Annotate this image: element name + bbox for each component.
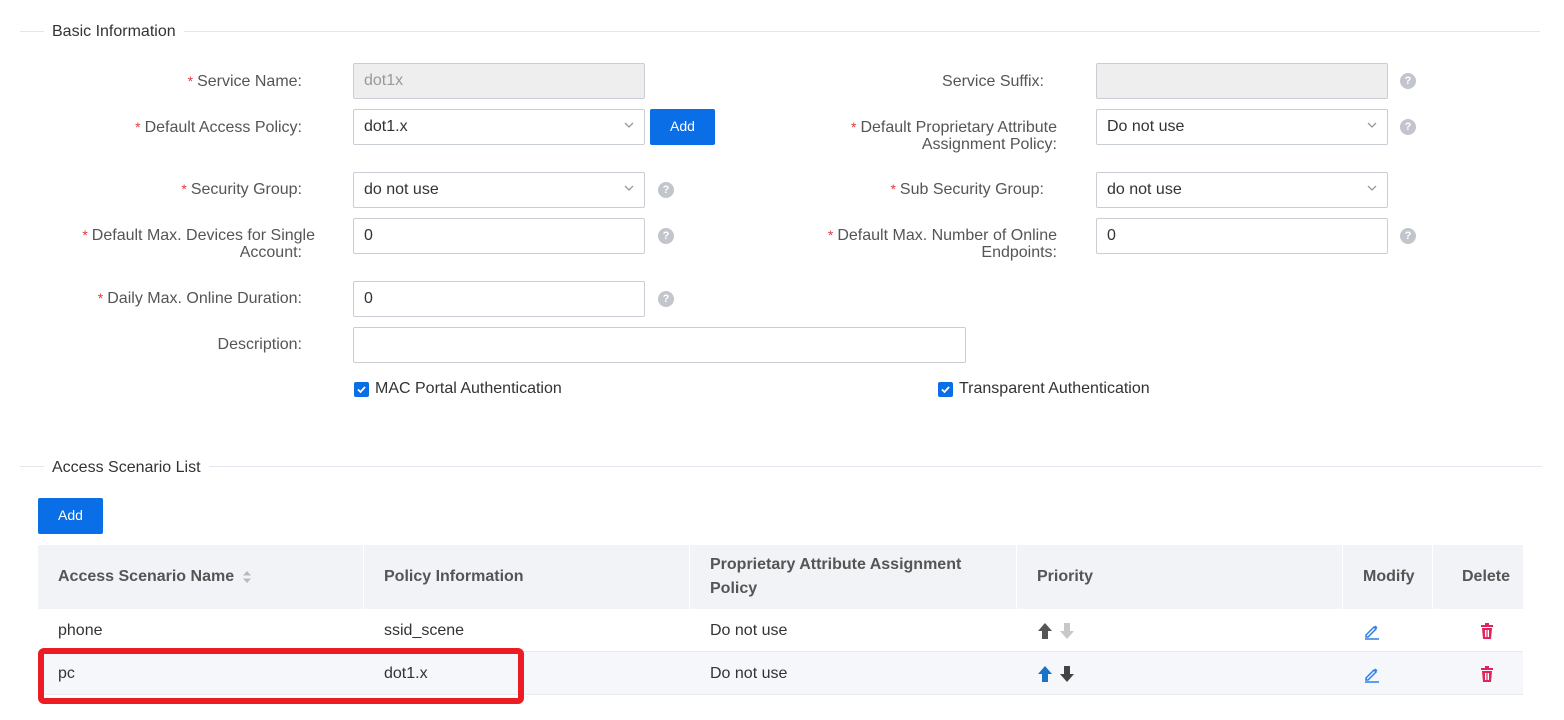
cell-delete	[1479, 609, 1495, 652]
move-up-icon[interactable]	[1037, 622, 1053, 640]
chevron-down-icon	[624, 120, 634, 130]
max-devices-help-icon[interactable]: ?	[658, 228, 674, 244]
trash-icon[interactable]	[1479, 665, 1495, 683]
sort-icon[interactable]	[242, 570, 252, 584]
max-online-input[interactable]: 0	[1096, 218, 1388, 254]
description-input[interactable]	[353, 327, 966, 363]
cell-scenario-name: phone	[58, 621, 103, 639]
highlight-box	[38, 648, 524, 704]
move-down-icon[interactable]	[1059, 622, 1075, 640]
scenario-divider	[20, 466, 1542, 467]
basic-info-title: Basic Information	[44, 22, 184, 42]
service-name-label: * Service Name:	[187, 73, 302, 90]
checkbox-checked-icon	[938, 381, 953, 397]
move-up-icon[interactable]	[1037, 665, 1053, 683]
max-devices-input[interactable]: 0	[353, 218, 645, 254]
service-name-input[interactable]: dot1x	[353, 63, 645, 99]
security-group-help-icon[interactable]: ?	[658, 182, 674, 198]
table-row: phone ssid_scene Do not use	[38, 609, 1523, 652]
service-suffix-help-icon[interactable]: ?	[1400, 73, 1416, 89]
security-group-select[interactable]: do not use	[353, 172, 645, 208]
edit-icon[interactable]	[1363, 622, 1381, 640]
security-group-label: * Security Group:	[181, 181, 302, 198]
sub-security-group-select[interactable]: do not use	[1096, 172, 1388, 208]
basic-info-divider	[20, 31, 1540, 32]
col-header-name[interactable]: Access Scenario Name	[58, 545, 358, 609]
daily-max-label: * Daily Max. Online Duration:	[97, 290, 302, 307]
add-access-policy-button[interactable]: Add	[650, 109, 715, 145]
edit-icon[interactable]	[1363, 665, 1381, 683]
max-online-help-icon[interactable]: ?	[1400, 228, 1416, 244]
cell-priority	[1037, 609, 1075, 652]
service-suffix-label: Service Suffix:	[942, 73, 1044, 90]
scenario-title: Access Scenario List	[44, 458, 209, 478]
add-scenario-button[interactable]: Add	[38, 498, 103, 534]
cell-modify	[1363, 609, 1381, 652]
default-proprietary-select[interactable]: Do not use	[1096, 109, 1388, 145]
transparent-auth-checkbox[interactable]: Transparent Authentication	[938, 380, 1150, 398]
cell-policy: ssid_scene	[384, 621, 465, 639]
default-access-policy-label: * Default Access Policy:	[135, 119, 302, 136]
mac-portal-label: MAC Portal Authentication	[375, 380, 562, 397]
transparent-auth-label: Transparent Authentication	[959, 380, 1150, 397]
chevron-down-icon	[1367, 120, 1377, 130]
chevron-down-icon	[624, 183, 634, 193]
daily-max-input[interactable]: 0	[353, 281, 645, 317]
mac-portal-checkbox[interactable]: MAC Portal Authentication	[354, 380, 562, 398]
move-down-icon[interactable]	[1059, 665, 1075, 683]
col-header-proprietary: Proprietary Attribute Assignment Policy	[710, 556, 962, 597]
cell-proprietary: Do not use	[710, 621, 788, 639]
default-proprietary-label: * Default Proprietary Attribute Assignmen…	[851, 119, 1057, 153]
max-devices-label: * Default Max. Devices for Single Account…	[82, 227, 315, 261]
col-header-delete: Delete	[1462, 568, 1511, 585]
col-header-modify: Modify	[1363, 568, 1415, 585]
description-label: Description:	[217, 336, 302, 353]
cell-priority	[1037, 652, 1075, 695]
cell-delete	[1479, 652, 1495, 695]
checkbox-checked-icon	[354, 381, 369, 397]
table-header: Access Scenario Name Policy Information …	[38, 545, 1523, 609]
col-header-policy: Policy Information	[384, 568, 524, 585]
chevron-down-icon	[1367, 183, 1377, 193]
default-access-policy-select[interactable]: dot1.x	[353, 109, 645, 145]
cell-modify	[1363, 652, 1381, 695]
service-suffix-input[interactable]	[1096, 63, 1388, 99]
trash-icon[interactable]	[1479, 622, 1495, 640]
cell-proprietary: Do not use	[710, 664, 788, 682]
max-online-label: * Default Max. Number of Online Endpoints…	[827, 227, 1057, 261]
col-header-priority: Priority	[1037, 568, 1094, 585]
default-proprietary-help-icon[interactable]: ?	[1400, 119, 1416, 135]
sub-security-group-label: * Sub Security Group:	[890, 181, 1044, 198]
daily-max-help-icon[interactable]: ?	[658, 291, 674, 307]
